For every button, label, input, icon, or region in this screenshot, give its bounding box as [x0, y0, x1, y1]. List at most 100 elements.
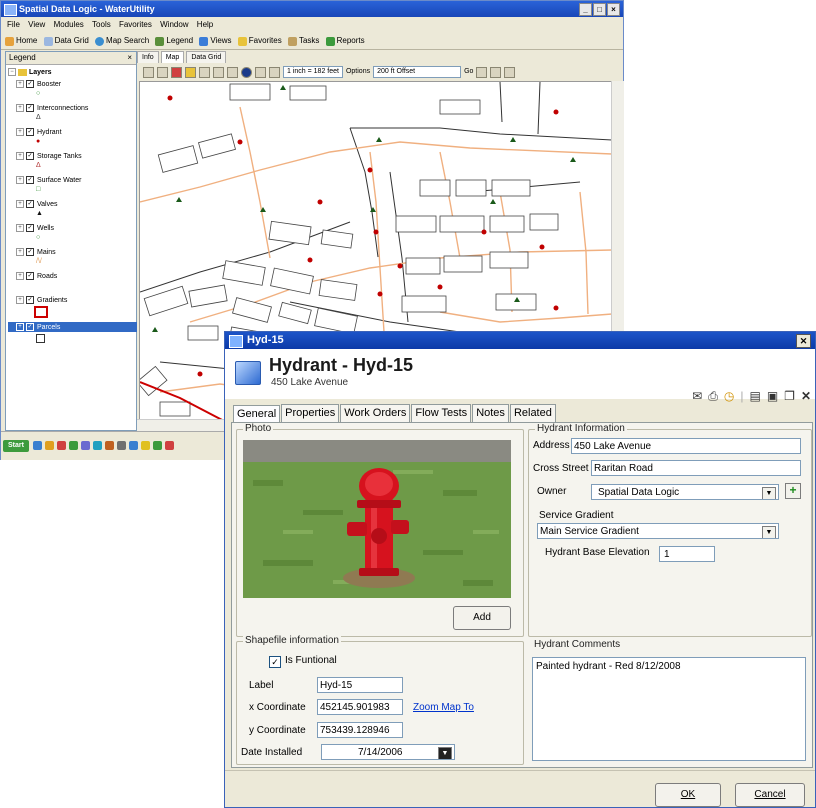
- date-installed-picker[interactable]: 7/14/2006 ▼: [321, 744, 455, 760]
- legend-item-valves[interactable]: + ✓ Valves: [16, 200, 58, 208]
- service-gradient-value: Main Service Gradient: [540, 526, 639, 537]
- base-elevation-field[interactable]: 1: [659, 546, 715, 562]
- cross-street-field[interactable]: Raritan Road: [591, 460, 801, 476]
- menu-favorites[interactable]: Favorites: [119, 20, 152, 29]
- minimize-button[interactable]: _: [579, 3, 592, 16]
- quicklaunch-icon[interactable]: [153, 441, 162, 450]
- label-field[interactable]: Hyd-15: [317, 677, 403, 693]
- legend-item-storage-tanks[interactable]: + ✓ Storage Tanks: [16, 152, 82, 160]
- settings-map-icon[interactable]: [490, 66, 502, 78]
- quicklaunch-icon[interactable]: [57, 441, 66, 450]
- tab-flow-tests[interactable]: Flow Tests: [411, 404, 472, 422]
- print-map-icon[interactable]: [255, 66, 266, 78]
- maximize-button[interactable]: □: [593, 3, 606, 16]
- quicklaunch-icon[interactable]: [117, 441, 126, 450]
- legend-item-parcels[interactable]: + ✓ Parcels: [8, 322, 138, 332]
- pan-icon[interactable]: [227, 66, 238, 78]
- tab-general[interactable]: General: [233, 405, 281, 423]
- close-button[interactable]: ×: [607, 3, 620, 16]
- address-field[interactable]: 450 Lake Avenue: [571, 438, 801, 454]
- legend-item-booster[interactable]: + ✓ Booster: [16, 80, 61, 88]
- toolbar-data-grid-button[interactable]: Data Grid: [43, 33, 89, 49]
- dialog-close-button[interactable]: ✕: [796, 334, 811, 348]
- add-photo-button[interactable]: Add: [453, 606, 511, 630]
- tab-related[interactable]: Related: [509, 404, 556, 422]
- quicklaunch-icon[interactable]: [93, 441, 102, 450]
- offset-select[interactable]: 200 ft Offset: [373, 66, 462, 78]
- menu-modules[interactable]: Modules: [54, 20, 84, 29]
- pointer-tool-icon[interactable]: [143, 66, 154, 78]
- legend-item-gradients[interactable]: + ✓ Gradients: [16, 296, 67, 304]
- base-elevation-label: Hydrant Base Elevation: [545, 547, 650, 558]
- identify-tool-icon[interactable]: [185, 66, 196, 78]
- toolbar-views-button[interactable]: Views: [199, 33, 232, 49]
- chevron-down-icon[interactable]: ▼: [762, 526, 776, 538]
- start-button[interactable]: Start: [3, 440, 29, 452]
- owner-select[interactable]: Spatial Data Logic ▼: [591, 484, 779, 500]
- save-icon[interactable]: ▣: [767, 389, 778, 404]
- options-menu[interactable]: Options: [346, 65, 370, 79]
- legend-item-interconnections[interactable]: + ✓ Interconnections: [16, 104, 88, 112]
- legend-item-mains[interactable]: + ✓ Mains: [16, 248, 56, 256]
- legend-item-surface-water[interactable]: + ✓ Surface Water: [16, 176, 81, 184]
- quicklaunch-icon[interactable]: [105, 441, 114, 450]
- quicklaunch-icon[interactable]: [165, 441, 174, 450]
- quicklaunch-icon[interactable]: [45, 441, 54, 450]
- email-icon[interactable]: ✉: [692, 389, 702, 404]
- scale-select[interactable]: 1 inch = 182 feet: [283, 66, 343, 78]
- menu-window[interactable]: Window: [160, 20, 188, 29]
- chevron-down-icon[interactable]: ▼: [438, 747, 452, 759]
- menu-tools[interactable]: Tools: [92, 20, 111, 29]
- close-record-icon[interactable]: ✕: [801, 389, 811, 404]
- quicklaunch-icon[interactable]: [141, 441, 150, 450]
- legend-close-icon[interactable]: ×: [127, 52, 132, 64]
- tab-map[interactable]: Map: [160, 51, 185, 63]
- tab-info[interactable]: Info: [137, 51, 159, 63]
- save-map-icon[interactable]: [476, 66, 488, 78]
- zoom-map-to-link[interactable]: Zoom Map To: [413, 702, 474, 713]
- tab-properties[interactable]: Properties: [281, 404, 340, 422]
- tab-notes[interactable]: Notes: [472, 404, 509, 422]
- clear-tool-icon[interactable]: [171, 66, 182, 78]
- ok-button[interactable]: OK: [655, 783, 721, 807]
- x-coordinate-field[interactable]: 452145.901983: [317, 699, 403, 715]
- legend-item-hydrant[interactable]: + ✓ Hydrant: [16, 128, 62, 136]
- quicklaunch-icon[interactable]: [33, 441, 42, 450]
- toolbar-reports-button[interactable]: Reports: [325, 33, 365, 49]
- service-gradient-select[interactable]: Main Service Gradient ▼: [537, 523, 779, 539]
- is-functional-checkbox[interactable]: ✓: [269, 656, 281, 668]
- clock-icon[interactable]: ◷: [724, 389, 734, 404]
- legend-item-wells[interactable]: + ✓ Wells: [16, 224, 54, 232]
- quicklaunch-icon[interactable]: [129, 441, 138, 450]
- tab-work-orders[interactable]: Work Orders: [340, 404, 411, 422]
- menu-view[interactable]: View: [28, 20, 45, 29]
- go-button[interactable]: Go: [464, 65, 473, 79]
- quicklaunch-icon[interactable]: [81, 441, 90, 450]
- toolbar-home-button[interactable]: Home: [5, 33, 37, 49]
- zoom-out-icon[interactable]: [213, 66, 224, 78]
- toolbar-legend-button[interactable]: Legend: [155, 33, 193, 49]
- refresh-map-icon[interactable]: [504, 66, 516, 78]
- legend-item-roads[interactable]: + ✓ Roads: [16, 272, 57, 280]
- zoom-in-icon[interactable]: [199, 66, 210, 78]
- hydrant-comments-textarea[interactable]: Painted hydrant - Red 8/12/2008: [532, 657, 806, 761]
- new-document-icon[interactable]: ▤: [749, 389, 760, 404]
- copy-icon[interactable]: ❐: [784, 389, 795, 404]
- record-icon: [235, 361, 261, 385]
- menu-file[interactable]: File: [7, 20, 20, 29]
- toolbar-favorites-button[interactable]: Favorites: [237, 33, 282, 49]
- cancel-button[interactable]: Cancel: [735, 783, 805, 807]
- chevron-down-icon[interactable]: ▼: [762, 487, 776, 499]
- measure-icon[interactable]: [269, 66, 280, 78]
- y-coordinate-field[interactable]: 753439.128946: [317, 722, 403, 738]
- info-icon[interactable]: [241, 66, 252, 78]
- add-owner-icon[interactable]: +: [785, 483, 801, 499]
- print-icon[interactable]: ⎙: [708, 389, 718, 404]
- quicklaunch-icon[interactable]: [69, 441, 78, 450]
- toolbar-tasks-button[interactable]: Tasks: [287, 33, 319, 49]
- tab-data-grid[interactable]: Data Grid: [186, 51, 227, 63]
- toolbar-map-search-button[interactable]: Map Search: [95, 33, 149, 49]
- select-tool-icon[interactable]: [157, 66, 168, 78]
- legend-root-row[interactable]: − Layers: [8, 68, 52, 76]
- menu-help[interactable]: Help: [197, 20, 213, 29]
